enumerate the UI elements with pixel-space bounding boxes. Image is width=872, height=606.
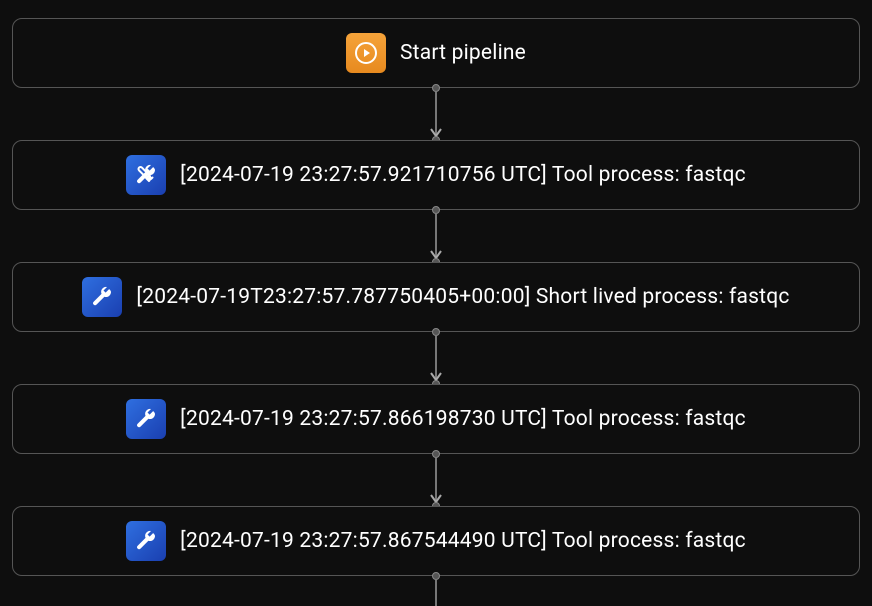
node-label: Start pipeline [400, 41, 526, 65]
connector [0, 210, 872, 262]
connector-dot [432, 450, 440, 458]
wrench-icon [126, 521, 166, 561]
connector-dot [432, 206, 440, 214]
wrench-icon [82, 277, 122, 317]
connector [0, 576, 872, 604]
connector [0, 454, 872, 506]
play-icon [346, 33, 386, 73]
pipeline-node-tool[interactable]: [2024-07-19 23:27:57.866198730 UTC] Tool… [12, 384, 860, 454]
pipeline-node-tool[interactable]: [2024-07-19 23:27:57.921710756 UTC] Tool… [12, 140, 860, 210]
pipeline-node-tool[interactable]: [2024-07-19T23:27:57.787750405+00:00] Sh… [12, 262, 860, 332]
connector [0, 332, 872, 384]
node-label: [2024-07-19T23:27:57.787750405+00:00] Sh… [136, 285, 789, 309]
node-label: [2024-07-19 23:27:57.867544490 UTC] Tool… [180, 529, 746, 553]
node-content: [2024-07-19 23:27:57.921710756 UTC] Tool… [126, 155, 746, 195]
connector [0, 88, 872, 140]
node-content: [2024-07-19 23:27:57.867544490 UTC] Tool… [126, 521, 746, 561]
connector-dot [432, 328, 440, 336]
connector-line [435, 580, 437, 606]
pipeline-canvas: Start pipeline [2024-07-19 23:27:57.9217… [0, 0, 872, 604]
node-label: [2024-07-19 23:27:57.866198730 UTC] Tool… [180, 407, 746, 431]
pipeline-node-tool[interactable]: [2024-07-19 23:27:57.867544490 UTC] Tool… [12, 506, 860, 576]
wrench-icon [126, 155, 166, 195]
node-content: [2024-07-19T23:27:57.787750405+00:00] Sh… [82, 277, 789, 317]
node-content: Start pipeline [346, 33, 526, 73]
node-label: [2024-07-19 23:27:57.921710756 UTC] Tool… [180, 163, 746, 187]
node-content: [2024-07-19 23:27:57.866198730 UTC] Tool… [126, 399, 746, 439]
wrench-icon [126, 399, 166, 439]
pipeline-node-start[interactable]: Start pipeline [12, 18, 860, 88]
connector-dot [432, 84, 440, 92]
connector-dot [432, 572, 440, 580]
